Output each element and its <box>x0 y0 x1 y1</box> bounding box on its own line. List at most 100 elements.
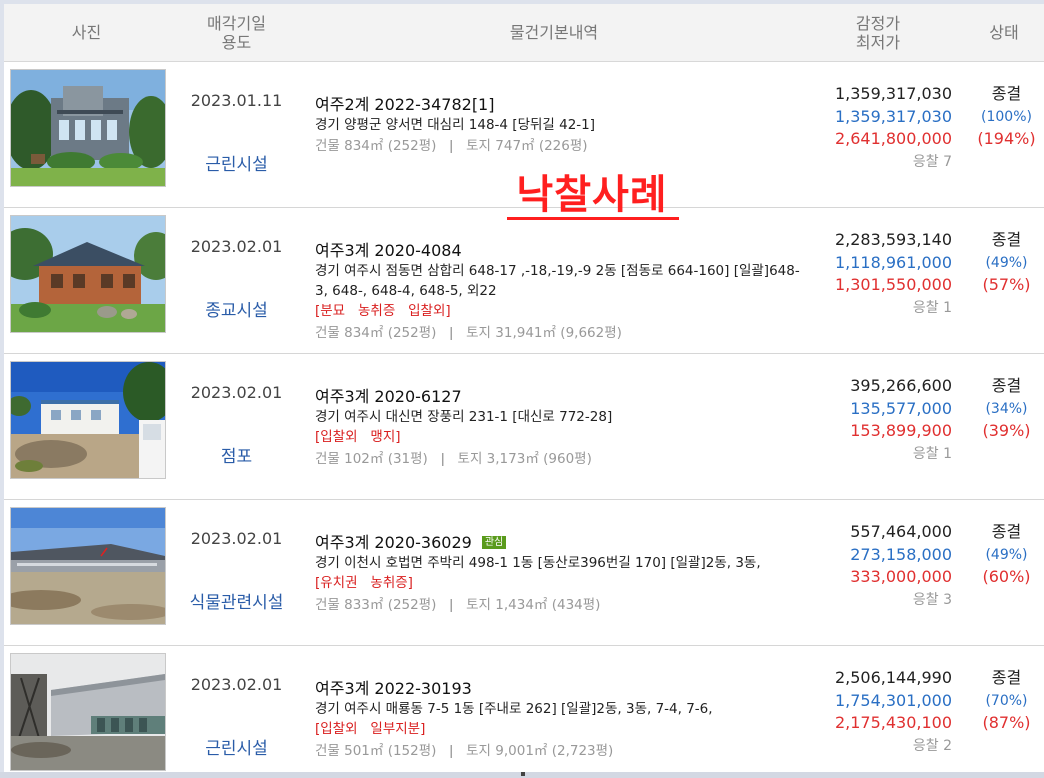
property-address: 경기 여주시 대신면 장풍리 231-1 [대신로 772-28] <box>315 409 613 425</box>
house-photo-image <box>11 70 165 186</box>
status-text: 종결 <box>991 668 1022 687</box>
interest-badge[interactable]: 관심 <box>481 536 507 549</box>
case-number[interactable]: 여주2계 2022-34782[1] <box>315 95 805 115</box>
case-number[interactable]: 여주3계 2020-36029 관심 <box>315 533 805 553</box>
minimum-price: 273,158,000 <box>850 544 952 564</box>
property-area: 건물 102㎡ (31평) ǀ 토지 3,173㎡ (960평) <box>315 451 592 467</box>
status-text: 종결 <box>991 522 1022 541</box>
property-address: 경기 양평군 양서면 대심리 148-4 [당뒤길 42-1] <box>315 117 596 133</box>
special-notes: [분묘 농취증 입찰외] <box>315 303 451 319</box>
property-info: 여주3계 2020-4084 경기 여주시 점동면 삼합리 648-17 ,-1… <box>315 241 805 344</box>
minimum-price: 1,359,317,030 <box>834 106 952 126</box>
table-row[interactable]: 2023.02.01 근린시설 여주3계 2022-30193 경기 여주시 매… <box>4 646 1044 772</box>
usage-link[interactable]: 종교시설 <box>169 296 304 321</box>
resize-handle[interactable] <box>521 772 525 776</box>
minimum-price: 1,118,961,000 <box>834 252 952 272</box>
property-photo[interactable] <box>10 361 166 479</box>
usage-link[interactable]: 근린시설 <box>169 150 304 175</box>
table-header: 사진 매각기일 용도 물건기본내역 감정가 최저가 상태 <box>4 4 1044 62</box>
sale-price: 1,301,550,000 <box>834 275 952 294</box>
case-number-text[interactable]: 여주3계 2020-4084 <box>315 241 462 260</box>
minimum-percent: (49%) <box>985 546 1028 563</box>
status-text: 종결 <box>991 376 1022 395</box>
sale-percent: (194%) <box>977 129 1036 148</box>
header-minimum-label: 최저가 <box>855 32 901 52</box>
header-photo: 사진 <box>4 4 169 61</box>
case-number[interactable]: 여주3계 2020-6127 <box>315 387 805 407</box>
house-photo-image <box>11 216 165 332</box>
property-address: 경기 여주시 점동면 삼합리 648-17 ,-18,-19,-9 2동 [점동… <box>315 263 800 299</box>
shop-photo-image <box>11 362 165 478</box>
auction-list: 사진 매각기일 용도 물건기본내역 감정가 최저가 상태 2023.01.11 … <box>4 4 1044 772</box>
property-area: 건물 501㎡ (152평) ǀ 토지 9,001㎡ (2,723평) <box>315 743 614 759</box>
case-number[interactable]: 여주3계 2020-4084 <box>315 241 805 261</box>
header-photo-label: 사진 <box>71 23 102 42</box>
table-row[interactable]: 2023.02.01 식물관련시설 여주3계 2020-36029 관심 경기 이… <box>4 500 1044 646</box>
status-column: 종결 (49%) (57%) <box>969 229 1044 297</box>
sale-date: 2023.02.01 <box>190 383 283 402</box>
case-number-text[interactable]: 여주3계 2020-36029 <box>315 533 472 552</box>
sale-percent: (87%) <box>982 713 1031 732</box>
sale-percent: (57%) <box>982 275 1031 294</box>
sale-percent: (60%) <box>982 567 1031 586</box>
header-info: 물건기본내역 <box>304 4 804 61</box>
case-number-text[interactable]: 여주3계 2020-6127 <box>315 387 462 406</box>
price-column: 557,464,000 273,158,000 333,000,000 응찰 3 <box>804 521 952 611</box>
bid-count: 응찰 3 <box>912 591 952 608</box>
table-row[interactable]: 2023.02.01 종교시설 여주3계 2020-4084 경기 여주시 점동… <box>4 208 1044 354</box>
appraisal-price: 395,266,600 <box>850 376 952 395</box>
case-number-text[interactable]: 여주2계 2022-34782[1] <box>315 95 494 114</box>
sale-price: 2,175,430,100 <box>834 713 952 732</box>
header-info-label: 물건기본내역 <box>509 23 599 42</box>
price-column: 2,506,144,990 1,754,301,000 2,175,430,10… <box>804 667 952 757</box>
case-number-text[interactable]: 여주3계 2022-30193 <box>315 679 472 698</box>
status-text: 종결 <box>991 84 1022 103</box>
property-photo[interactable] <box>10 215 166 333</box>
special-notes: [입찰외 일부지분] <box>315 721 426 737</box>
usage-link[interactable]: 점포 <box>169 442 304 467</box>
special-notes: [입찰외 맹지] <box>315 429 401 445</box>
header-appraisal-label: 감정가 <box>855 13 901 33</box>
building-photo-image <box>11 654 165 770</box>
appraisal-price: 1,359,317,030 <box>834 84 952 103</box>
minimum-percent: (34%) <box>985 400 1028 417</box>
usage-link[interactable]: 근린시설 <box>169 734 304 759</box>
property-area: 건물 833㎡ (252평) ǀ 토지 1,434㎡ (434평) <box>315 597 601 613</box>
greenhouse-photo-image <box>11 508 165 624</box>
status-column: 종결 (49%) (60%) <box>969 521 1044 589</box>
bid-count: 응찰 1 <box>912 445 952 462</box>
property-info: 여주3계 2020-6127 경기 여주시 대신면 장풍리 231-1 [대신로… <box>315 387 805 470</box>
bid-count: 응찰 7 <box>912 153 952 170</box>
sale-date: 2023.01.11 <box>190 91 283 110</box>
status-text: 종결 <box>991 230 1022 249</box>
usage-link[interactable]: 식물관련시설 <box>169 588 304 613</box>
property-info: 여주2계 2022-34782[1] 경기 양평군 양서면 대심리 148-4 … <box>315 95 805 157</box>
sale-date: 2023.02.01 <box>190 237 283 256</box>
overlay-underline <box>507 217 679 220</box>
minimum-price: 135,577,000 <box>850 398 952 418</box>
sale-percent: (39%) <box>982 421 1031 440</box>
property-info: 여주3계 2020-36029 관심 경기 이천시 호법면 주박리 498-1 1… <box>315 533 805 616</box>
sale-date: 2023.02.01 <box>190 529 283 548</box>
property-area: 건물 834㎡ (252평) ǀ 토지 747㎡ (226평) <box>315 138 588 154</box>
header-usage-label: 용도 <box>221 32 252 52</box>
property-address: 경기 이천시 호법면 주박리 498-1 1동 [동산로396번길 170] [… <box>315 555 761 571</box>
header-status[interactable]: 상태 <box>964 4 1044 61</box>
minimum-price: 1,754,301,000 <box>834 690 952 710</box>
property-area: 건물 834㎡ (252평) ǀ 토지 31,941㎡ (9,662평) <box>315 325 622 341</box>
property-photo[interactable] <box>10 507 166 625</box>
auction-cases-overlay-title: 낙찰사례 <box>516 172 668 218</box>
status-column: 종결 (70%) (87%) <box>969 667 1044 735</box>
bid-count: 응찰 2 <box>912 737 952 754</box>
property-photo[interactable] <box>10 69 166 187</box>
header-date[interactable]: 매각기일 용도 <box>169 4 304 61</box>
status-column: 종결 (100%) (194%) <box>969 83 1044 151</box>
header-status-label: 상태 <box>989 23 1019 42</box>
header-price[interactable]: 감정가 최저가 <box>804 4 952 61</box>
property-info: 여주3계 2022-30193 경기 여주시 매룡동 7-5 1동 [주내로 2… <box>315 679 805 762</box>
appraisal-price: 557,464,000 <box>850 522 952 541</box>
price-column: 2,283,593,140 1,118,961,000 1,301,550,00… <box>804 229 952 319</box>
case-number[interactable]: 여주3계 2022-30193 <box>315 679 805 699</box>
property-photo[interactable] <box>10 653 166 771</box>
table-row[interactable]: 2023.02.01 점포 여주3계 2020-6127 경기 여주시 대신면 … <box>4 354 1044 500</box>
